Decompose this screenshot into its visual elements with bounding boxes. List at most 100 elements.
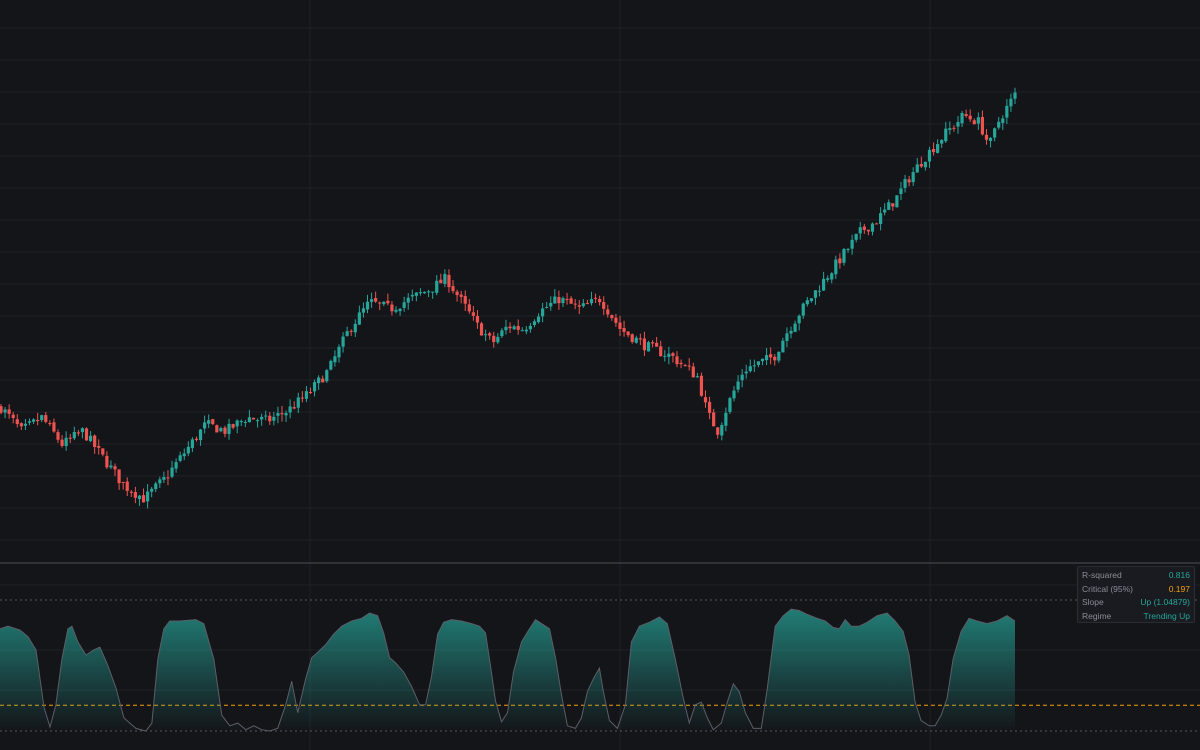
candle-up bbox=[993, 127, 997, 142]
candle-up bbox=[174, 458, 178, 473]
stats-panel: R-squared 0.816 Critical (95%) 0.197 Slo… bbox=[1077, 566, 1195, 623]
candle-up bbox=[895, 195, 899, 208]
candle-up bbox=[426, 289, 431, 298]
candle-up bbox=[72, 426, 76, 441]
stat-row-slope: Slope Up (1.04879) bbox=[1082, 596, 1190, 610]
candle-up bbox=[960, 111, 964, 128]
candle-down bbox=[716, 426, 720, 439]
candle-up bbox=[260, 413, 264, 426]
candle-up bbox=[1013, 87, 1017, 104]
candle-up bbox=[27, 418, 32, 426]
candle-down bbox=[866, 229, 870, 236]
candle-up bbox=[31, 418, 36, 424]
candle-down bbox=[451, 280, 455, 294]
candle-down bbox=[349, 329, 353, 336]
candle-up bbox=[545, 301, 549, 309]
candle-down bbox=[121, 481, 125, 490]
candle-up bbox=[870, 222, 875, 236]
candle-up bbox=[186, 441, 190, 457]
candle-down bbox=[585, 299, 590, 305]
candle-up bbox=[337, 344, 341, 363]
candle-up bbox=[154, 481, 158, 493]
candle-up bbox=[879, 207, 883, 231]
candle-up bbox=[927, 146, 932, 168]
candle-up bbox=[842, 247, 846, 266]
candle-up bbox=[903, 174, 907, 193]
candle-up bbox=[414, 292, 418, 302]
candle-down bbox=[984, 129, 989, 145]
candle-up bbox=[207, 414, 211, 429]
candle-up bbox=[581, 299, 585, 308]
candle-up bbox=[23, 419, 28, 431]
candle-down bbox=[211, 418, 215, 426]
candle-up bbox=[227, 418, 231, 440]
candle-down bbox=[602, 296, 606, 316]
candle-up bbox=[484, 329, 488, 342]
candle-down bbox=[84, 427, 89, 441]
candle-up bbox=[431, 291, 435, 299]
candle-up bbox=[182, 448, 186, 461]
candle-down bbox=[630, 333, 634, 344]
candle-up bbox=[88, 431, 93, 443]
candle-up bbox=[40, 414, 44, 423]
candle-down bbox=[374, 291, 378, 303]
candle-down bbox=[56, 429, 60, 443]
candle-up bbox=[272, 411, 276, 426]
candle-down bbox=[687, 358, 691, 371]
candle-down bbox=[97, 439, 101, 455]
candle-down bbox=[268, 412, 272, 425]
candle-up bbox=[541, 302, 545, 323]
candle-down bbox=[679, 359, 683, 369]
candle-up bbox=[162, 471, 166, 483]
candle-down bbox=[691, 362, 695, 378]
candle-up bbox=[345, 326, 349, 337]
candle-down bbox=[952, 125, 956, 132]
stat-value: 0.197 bbox=[1168, 583, 1190, 594]
candle-down bbox=[475, 310, 480, 329]
candle-up bbox=[406, 293, 410, 310]
stat-value: 0.816 bbox=[1168, 570, 1190, 580]
candle-down bbox=[573, 299, 577, 310]
candle-up bbox=[561, 296, 565, 308]
stat-row-regime: Regime Trending Up bbox=[1082, 610, 1190, 624]
candle-up bbox=[536, 313, 541, 324]
candle-down bbox=[463, 290, 467, 311]
candlestick-series bbox=[0, 87, 1017, 509]
candle-up bbox=[724, 407, 728, 432]
candle-up bbox=[219, 426, 223, 433]
candle-up bbox=[549, 296, 553, 311]
candle-up bbox=[944, 121, 948, 144]
candle-up bbox=[496, 333, 500, 345]
candle-down bbox=[36, 412, 40, 426]
candle-up bbox=[500, 328, 504, 339]
candle-up bbox=[312, 379, 317, 397]
candle-down bbox=[48, 420, 52, 427]
candle-up bbox=[805, 296, 809, 307]
candle-down bbox=[280, 405, 284, 422]
candle-down bbox=[610, 314, 614, 321]
candle-down bbox=[467, 299, 471, 314]
candle-up bbox=[150, 486, 154, 498]
candle-down bbox=[133, 486, 137, 504]
candle-down bbox=[129, 490, 133, 497]
candle-up bbox=[80, 427, 85, 439]
stat-row-critical: Critical (95%) 0.197 bbox=[1082, 583, 1190, 597]
stat-label: Slope bbox=[1082, 597, 1104, 607]
candle-up bbox=[826, 275, 830, 283]
candle-up bbox=[797, 314, 801, 331]
candle-down bbox=[972, 118, 976, 125]
candle-up bbox=[720, 422, 724, 441]
r-squared-area bbox=[0, 608, 1016, 732]
candle-up bbox=[736, 375, 740, 393]
candle-up bbox=[178, 451, 182, 463]
candle-up bbox=[317, 375, 321, 390]
candle-up bbox=[203, 415, 207, 434]
candle-down bbox=[838, 253, 842, 269]
candle-up bbox=[524, 326, 528, 335]
candle-down bbox=[891, 203, 895, 211]
candle-down bbox=[117, 469, 121, 490]
candle-up bbox=[402, 296, 406, 312]
candle-up bbox=[915, 158, 919, 173]
candle-up bbox=[190, 437, 194, 453]
candle-down bbox=[7, 404, 11, 419]
